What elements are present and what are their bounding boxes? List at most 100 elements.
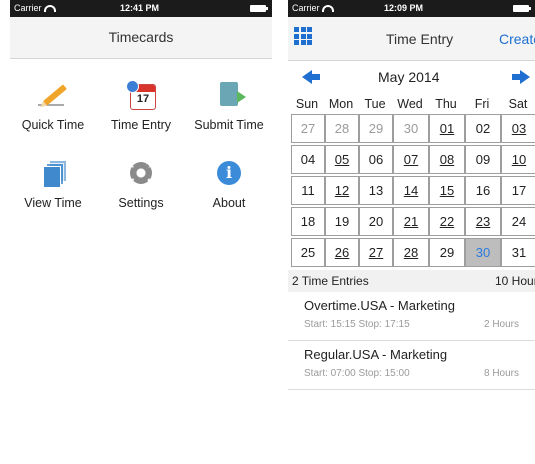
tile-label: Time Entry bbox=[111, 118, 171, 132]
calendar-day-number: 12 bbox=[334, 183, 350, 198]
status-time: 12:41 PM bbox=[120, 3, 160, 13]
calendar-day-number: 14 bbox=[403, 183, 419, 198]
calendar-day[interactable]: 29 bbox=[429, 238, 465, 267]
calendar-day-number: 29 bbox=[368, 121, 384, 136]
wifi-icon bbox=[321, 5, 334, 13]
calendar-day[interactable]: 29 bbox=[359, 114, 393, 143]
grid-menu-icon[interactable] bbox=[294, 27, 312, 45]
calendar-day-number: 29 bbox=[439, 245, 455, 260]
calendar-day-number: 02 bbox=[475, 121, 491, 136]
day-of-week-label: Sat bbox=[508, 97, 528, 111]
calendar-day[interactable]: 15 bbox=[429, 176, 465, 205]
day-of-week-label: Sun bbox=[295, 97, 319, 111]
submit-document-icon bbox=[214, 80, 246, 110]
calendar-day[interactable]: 28 bbox=[325, 114, 359, 143]
calendar-day-number: 19 bbox=[334, 214, 350, 229]
calendar-clock-icon: 17 bbox=[126, 80, 156, 110]
view-time-tile[interactable]: View Time bbox=[10, 158, 96, 210]
previous-month-arrow-icon[interactable] bbox=[302, 70, 320, 84]
about-tile[interactable]: i About bbox=[186, 158, 272, 210]
create-button[interactable]: Create bbox=[499, 31, 535, 47]
calendar-day-number: 26 bbox=[334, 245, 350, 260]
calendar-day[interactable]: 03 bbox=[501, 114, 535, 143]
pencil-icon bbox=[38, 80, 68, 110]
month-navigator: May 2014 bbox=[288, 62, 535, 92]
calendar-day[interactable]: 28 bbox=[393, 238, 429, 267]
entries-summary: 2 Time Entries 10 Hours bbox=[288, 270, 535, 292]
page-title: Time Entry bbox=[386, 31, 454, 47]
calendar-day[interactable]: 31 bbox=[501, 238, 535, 267]
nav-bar: Timecards bbox=[10, 17, 272, 59]
calendar-day[interactable]: 01 bbox=[429, 114, 465, 143]
calendar-day-number: 22 bbox=[439, 214, 455, 229]
calendar-day-number: 23 bbox=[475, 214, 491, 229]
calendar-day-number: 30 bbox=[475, 245, 491, 260]
calendar-day[interactable]: 14 bbox=[393, 176, 429, 205]
tile-label: View Time bbox=[24, 196, 82, 210]
calendar-day[interactable]: 05 bbox=[325, 145, 359, 174]
calendar-day-number: 20 bbox=[368, 214, 384, 229]
calendar-day-number: 07 bbox=[403, 152, 419, 167]
next-month-arrow-icon[interactable] bbox=[512, 70, 530, 84]
entry-hours: 8 Hours bbox=[484, 368, 520, 379]
calendar-day[interactable]: 06 bbox=[359, 145, 393, 174]
calendar-day[interactable]: 13 bbox=[359, 176, 393, 205]
quick-time-tile[interactable]: Quick Time bbox=[10, 80, 96, 132]
calendar-day[interactable]: 19 bbox=[325, 207, 359, 236]
carrier-label: Carrier bbox=[292, 3, 320, 13]
calendar-day-number: 30 bbox=[403, 121, 419, 136]
calendar-day-number: 11 bbox=[301, 183, 315, 198]
calendar-day[interactable]: 09 bbox=[465, 145, 501, 174]
entries-total-hours: 10 Hours bbox=[495, 274, 535, 288]
time-entry-tile[interactable]: 17 Time Entry bbox=[98, 80, 184, 132]
calendar-day-number: 25 bbox=[300, 245, 316, 260]
tile-label: Submit Time bbox=[194, 118, 264, 132]
calendar-day[interactable]: 04 bbox=[291, 145, 325, 174]
day-of-week-label: Thu bbox=[435, 97, 457, 111]
submit-time-tile[interactable]: Submit Time bbox=[186, 80, 272, 132]
calendar-day[interactable]: 10 bbox=[501, 145, 535, 174]
calendar-day-number: 15 bbox=[439, 183, 455, 198]
calendar-day[interactable]: 18 bbox=[291, 207, 325, 236]
calendar-day-number: 28 bbox=[403, 245, 419, 260]
gear-icon bbox=[126, 158, 156, 188]
calendar-day[interactable]: 30 bbox=[393, 114, 429, 143]
calendar-day[interactable]: 24 bbox=[501, 207, 535, 236]
entry-title: Overtime.USA - Marketing bbox=[304, 298, 455, 313]
calendar-day[interactable]: 22 bbox=[429, 207, 465, 236]
calendar-day-number: 09 bbox=[475, 152, 491, 167]
calendar-day[interactable]: 16 bbox=[465, 176, 501, 205]
day-of-week-label: Wed bbox=[397, 97, 423, 111]
calendar-day[interactable]: 07 bbox=[393, 145, 429, 174]
calendar-day-selected[interactable]: 30 bbox=[465, 238, 501, 267]
status-time: 12:09 PM bbox=[384, 3, 424, 13]
calendar-day[interactable]: 02 bbox=[465, 114, 501, 143]
calendar-day[interactable]: 17 bbox=[501, 176, 535, 205]
calendar-day-number: 01 bbox=[439, 121, 455, 136]
tile-label: About bbox=[212, 196, 246, 210]
status-bar: Carrier 12:09 PM bbox=[288, 0, 535, 17]
calendar-day[interactable]: 27 bbox=[291, 114, 325, 143]
calendar-day[interactable]: 11 bbox=[291, 176, 325, 205]
calendar-day-number: 06 bbox=[368, 152, 384, 167]
calendar-day[interactable]: 26 bbox=[325, 238, 359, 267]
calendar-day-number: 10 bbox=[511, 152, 527, 167]
calendar-day[interactable]: 08 bbox=[429, 145, 465, 174]
wifi-icon bbox=[43, 5, 56, 13]
time-entry-row[interactable]: Regular.USA - Marketing Start: 07:00 Sto… bbox=[288, 341, 535, 390]
calendar-day-number: 04 bbox=[300, 152, 316, 167]
settings-tile[interactable]: Settings bbox=[98, 158, 184, 210]
calendar-day[interactable]: 23 bbox=[465, 207, 501, 236]
calendar-day[interactable]: 25 bbox=[291, 238, 325, 267]
time-entry-row[interactable]: Overtime.USA - Marketing Start: 15:15 St… bbox=[288, 292, 535, 341]
calendar-day[interactable]: 20 bbox=[359, 207, 393, 236]
entry-times: Start: 15:15 Stop: 17:15 bbox=[304, 319, 410, 330]
calendar-day[interactable]: 27 bbox=[359, 238, 393, 267]
info-icon: i bbox=[214, 158, 244, 188]
calendar-day[interactable]: 12 bbox=[325, 176, 359, 205]
calendar-day-number: 18 bbox=[300, 214, 316, 229]
entry-times: Start: 07:00 Stop: 15:00 bbox=[304, 368, 410, 379]
calendar-day-number: 13 bbox=[368, 183, 384, 198]
calendar-day[interactable]: 21 bbox=[393, 207, 429, 236]
day-of-week-label: Tue bbox=[364, 97, 386, 111]
